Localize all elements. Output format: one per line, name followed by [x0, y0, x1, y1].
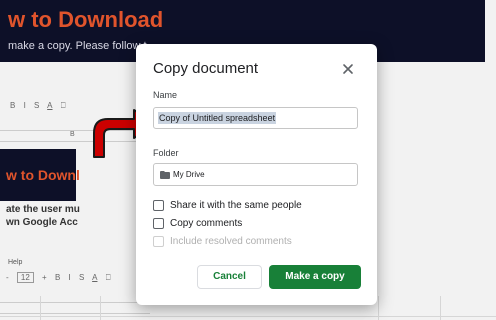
italic-icon: I: [68, 273, 71, 282]
copy-document-dialog: Copy document Name Copy of Untitled spre…: [136, 44, 377, 305]
embedded-image: w to Downl: [0, 149, 80, 201]
instruction-line-1: ate the user mu: [6, 204, 80, 215]
font-size-decrease-icon: -: [6, 273, 9, 282]
font-size-increase-icon: +: [42, 273, 47, 282]
font-size-box: 12: [16, 272, 34, 283]
fill-color-icon: ⎕: [105, 273, 111, 282]
embedded-image-title: w to Downl: [6, 167, 80, 183]
share-same-people-label: Share it with the same people: [170, 200, 302, 211]
folder-icon: [160, 171, 170, 179]
close-icon[interactable]: [341, 62, 355, 76]
make-a-copy-button[interactable]: Make a copy: [269, 265, 361, 289]
dialog-title: Copy document: [153, 60, 259, 77]
help-menu: Help: [8, 259, 23, 266]
include-resolved-comments-label: Include resolved comments: [170, 236, 292, 247]
banner-title: w to Download: [8, 7, 164, 32]
strikethrough-icon: S: [79, 273, 85, 282]
grid-line: [40, 296, 41, 320]
bold-icon: B: [54, 273, 61, 282]
fill-color-icon: ⎕: [60, 101, 66, 110]
text-color-icon: A: [47, 101, 53, 110]
copy-comments-checkbox[interactable]: [153, 218, 164, 229]
bold-icon: B: [10, 101, 16, 110]
grid-line: [378, 296, 379, 320]
folder-value: My Drive: [173, 170, 205, 179]
include-resolved-comments-checkbox: [153, 236, 164, 247]
grid-line: [100, 296, 101, 320]
grid-line: [440, 296, 441, 320]
column-header-row: [0, 302, 150, 314]
banner-subtitle: make a copy. Please follow t: [8, 40, 147, 52]
cancel-button[interactable]: Cancel: [197, 265, 262, 289]
grid-line: [0, 316, 496, 317]
name-label: Name: [153, 90, 178, 100]
sheet-toolbar-bottom: - 12 + B I S A ⎕: [0, 272, 150, 286]
folder-label: Folder: [153, 148, 179, 158]
name-input[interactable]: [153, 107, 358, 129]
column-letter: B: [70, 131, 75, 138]
text-color-icon: A: [92, 273, 98, 282]
folder-picker[interactable]: My Drive: [153, 163, 358, 186]
copy-comments-label: Copy comments: [170, 218, 243, 229]
share-same-people-checkbox[interactable]: [153, 200, 164, 211]
strikethrough-icon: S: [34, 101, 40, 110]
instruction-line-2: wn Google Acc: [6, 217, 78, 228]
italic-icon: I: [23, 101, 26, 110]
